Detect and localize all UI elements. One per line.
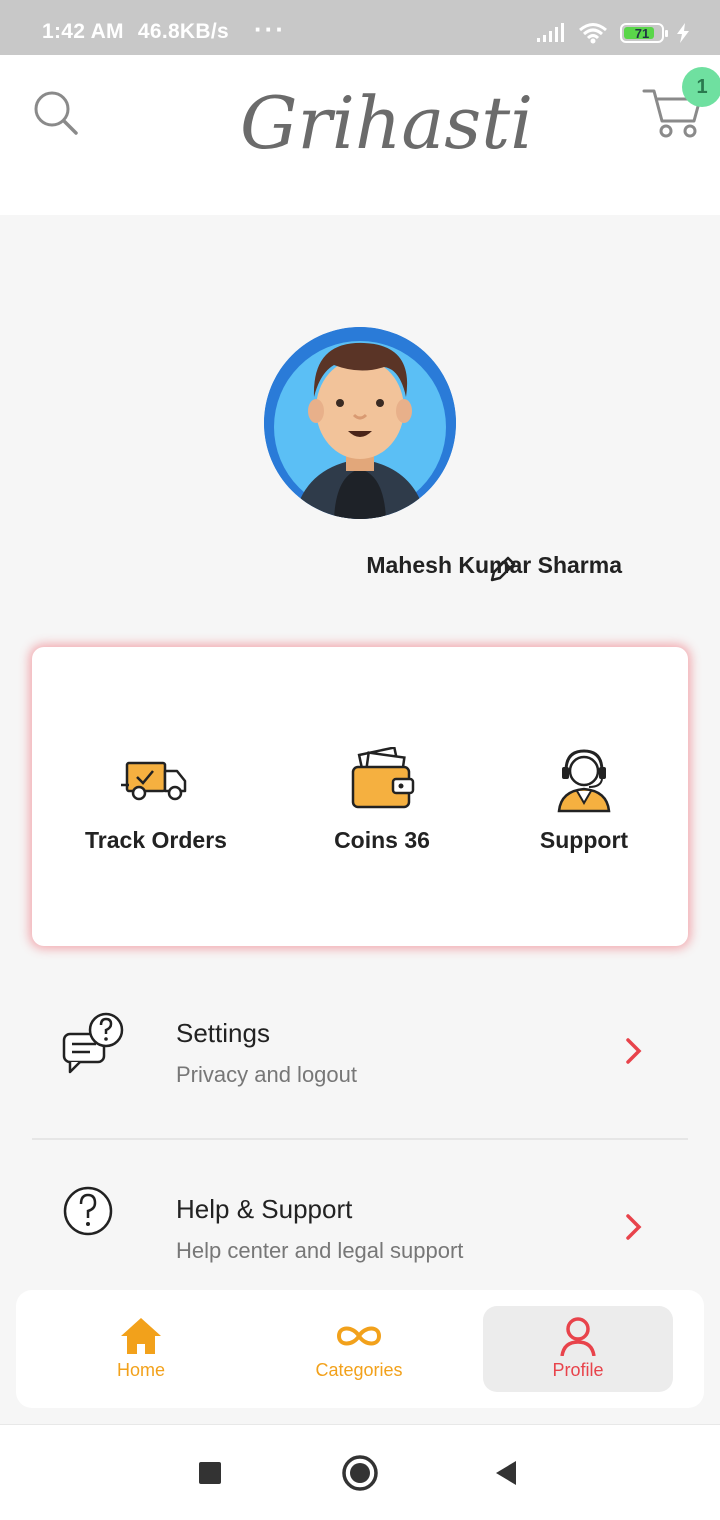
status-bar: 1:42 AM 46.8KB/s ··· 71 bbox=[0, 0, 720, 55]
home-icon bbox=[121, 1318, 161, 1354]
search-icon[interactable] bbox=[30, 87, 82, 139]
nav-categories[interactable]: Categories bbox=[264, 1306, 454, 1392]
user-name: Mahesh Kumar Sharma bbox=[366, 552, 622, 578]
support-button[interactable]: Support bbox=[484, 747, 684, 854]
settings-subtitle: Privacy and logout bbox=[176, 1062, 357, 1087]
help-support-subtitle: Help center and legal support bbox=[176, 1238, 464, 1263]
pencil-icon[interactable] bbox=[486, 552, 520, 586]
recent-apps-icon[interactable] bbox=[190, 1453, 230, 1493]
nav-profile-label: Profile bbox=[552, 1360, 604, 1380]
back-icon[interactable] bbox=[488, 1453, 528, 1493]
coins-button[interactable]: Coins 36 bbox=[282, 747, 482, 854]
signal-icon bbox=[537, 23, 564, 42]
wifi-icon bbox=[579, 23, 607, 44]
charging-icon bbox=[677, 23, 689, 43]
support-label: Support bbox=[539, 827, 629, 853]
cart-count-badge[interactable]: 1 bbox=[682, 67, 720, 107]
help-support-title: Help & Support bbox=[176, 1194, 353, 1224]
nav-home-label: Home bbox=[116, 1360, 165, 1380]
infinity-icon bbox=[336, 1326, 382, 1346]
help-support-menu-row[interactable]: Help & Support Help center and legal sup… bbox=[32, 1168, 688, 1308]
home-circle-icon[interactable] bbox=[340, 1453, 380, 1493]
coins-label: Coins 36 bbox=[334, 827, 430, 853]
chat-question-icon bbox=[62, 1012, 124, 1074]
settings-title: Settings bbox=[176, 1018, 270, 1048]
wallet-icon bbox=[351, 747, 415, 809]
avatar[interactable] bbox=[264, 327, 456, 519]
chevron-right-icon bbox=[626, 1214, 642, 1240]
nav-home[interactable]: Home bbox=[46, 1306, 236, 1392]
headset-agent-icon bbox=[557, 749, 611, 813]
delivery-truck-icon bbox=[121, 761, 187, 801]
avatar-illustration bbox=[264, 327, 456, 519]
nav-profile[interactable]: Profile bbox=[483, 1306, 673, 1392]
settings-menu-row[interactable]: Settings Privacy and logout bbox=[32, 992, 688, 1132]
status-network-speed: 46.8KB/s bbox=[137, 20, 229, 43]
bottom-navigation: Home Categories Profile bbox=[16, 1290, 704, 1408]
system-navigation-bar bbox=[0, 1424, 720, 1520]
quick-actions-card: Track Orders Coins 36 Support bbox=[32, 647, 688, 946]
person-icon bbox=[560, 1317, 596, 1356]
track-orders-button[interactable]: Track Orders bbox=[56, 747, 256, 854]
battery-level: 71 bbox=[634, 25, 650, 41]
menu-divider bbox=[32, 1138, 688, 1140]
chevron-right-icon bbox=[626, 1038, 642, 1064]
track-orders-label: Track Orders bbox=[85, 827, 227, 853]
status-more-dots: ··· bbox=[254, 14, 286, 44]
app-header: Grihasti 1 bbox=[0, 55, 720, 215]
status-time: 1:42 AM bbox=[42, 20, 124, 43]
question-circle-icon bbox=[63, 1186, 113, 1236]
nav-categories-label: Categories bbox=[315, 1360, 403, 1380]
app-logo[interactable]: Grihasti bbox=[240, 63, 533, 183]
battery-indicator: 71 bbox=[620, 23, 668, 43]
